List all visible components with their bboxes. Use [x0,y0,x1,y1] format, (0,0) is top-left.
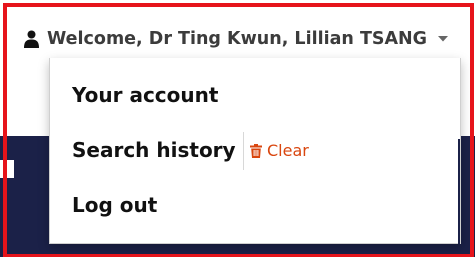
clear-label: Clear [267,141,309,160]
background-gap [0,160,14,178]
divider [243,132,244,170]
menu-item-your-account[interactable]: Your account [72,83,218,107]
user-icon [24,30,39,48]
clear-history-button[interactable]: Clear [250,141,309,160]
account-menu-toggle[interactable]: Welcome, Dr Ting Kwun, Lillian TSANG [24,24,449,54]
welcome-label: Welcome, Dr Ting Kwun, Lillian TSANG [47,29,428,49]
account-dropdown-menu: Your account Search history Clear Log ou… [49,58,461,244]
background-edge [458,139,460,244]
caret-down-icon [438,36,449,42]
trash-icon [250,143,262,158]
screenshot-stage: Welcome, Dr Ting Kwun, Lillian TSANG You… [0,0,475,257]
menu-item-search-history[interactable]: Search history [72,138,236,162]
menu-item-log-out[interactable]: Log out [72,193,157,217]
